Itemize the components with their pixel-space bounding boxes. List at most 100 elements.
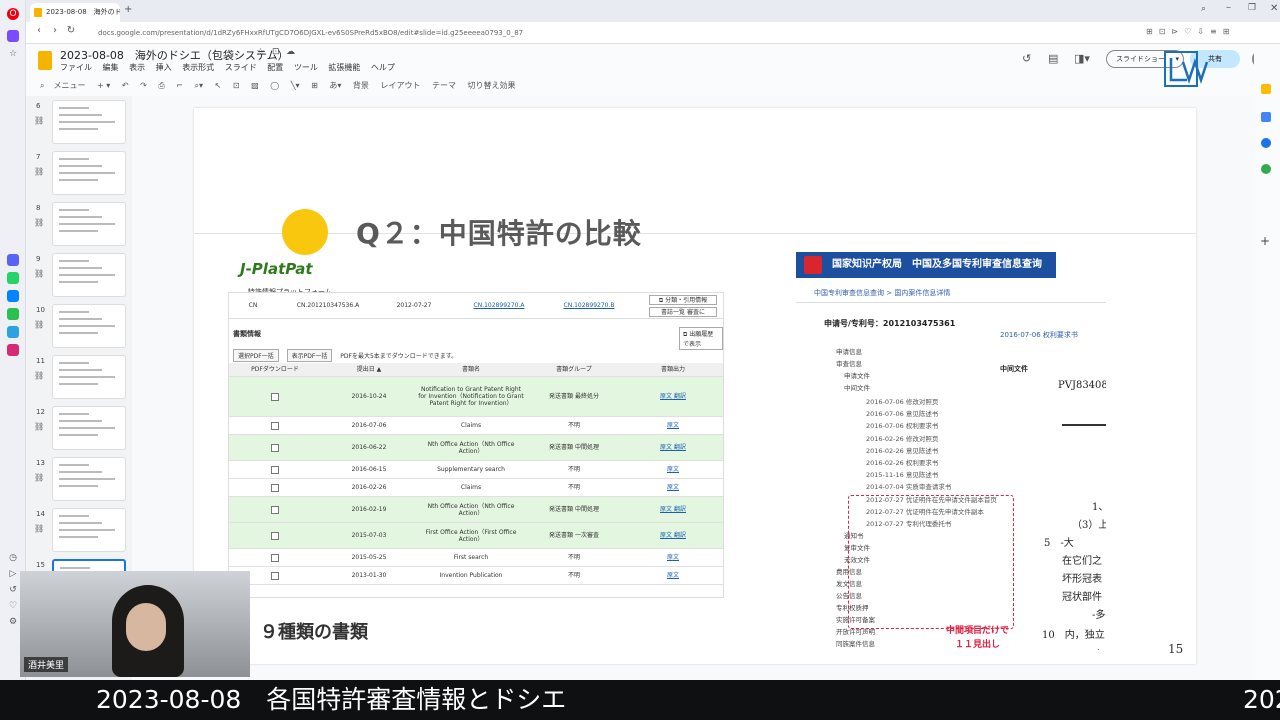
player-icon[interactable]: ▷	[7, 568, 19, 580]
menu-format[interactable]: 表示形式	[182, 63, 214, 72]
toolbar-theme[interactable]: テーマ	[432, 81, 456, 90]
star-icon[interactable]: ☆	[7, 48, 19, 60]
tree-node[interactable]: 同族案件信息	[836, 638, 875, 648]
contacts-icon[interactable]	[1261, 138, 1271, 148]
cell-out[interactable]: 原文 翻訳	[623, 435, 723, 460]
select-icon[interactable]: ↖	[215, 81, 222, 90]
clock-icon[interactable]: ◷	[7, 552, 19, 564]
instagram-icon[interactable]	[7, 344, 19, 356]
redo-icon[interactable]: ↷	[140, 81, 147, 90]
slide-thumbnail[interactable]: 13 ⛓	[30, 457, 130, 503]
maximize-icon[interactable]: ❐	[1248, 3, 1256, 13]
textbox-icon[interactable]: ⊡	[233, 81, 240, 90]
browser-tab[interactable]: 2023-08-08 海外のドシエ	[30, 3, 120, 22]
tree-leaf[interactable]: 2016-02-26 意见陈述书	[866, 445, 938, 455]
cell-out[interactable]: 原文	[623, 549, 723, 566]
slide[interactable]: Q２：中国特許の比較 J-PlatPat 特許情報プラットフォーム CN CN.…	[194, 108, 1196, 664]
menu-edit[interactable]: 編集	[103, 63, 119, 72]
opera-logo-icon[interactable]: O	[7, 8, 19, 20]
pdf-checkbox[interactable]	[271, 571, 279, 580]
toolbar-layout[interactable]: レイアウト	[380, 81, 420, 90]
paint-format-icon[interactable]: ⌐	[176, 81, 183, 90]
pdf-checkbox[interactable]	[271, 505, 279, 514]
forward-icon[interactable]: ›	[48, 25, 62, 36]
jpp-list-button[interactable]: 書誌一覧 審査に	[649, 307, 717, 317]
tree-node[interactable]: 审查信息	[836, 358, 862, 368]
pdf-checkbox[interactable]	[271, 531, 279, 540]
jpp-pub-a[interactable]: CN.102899270.A	[459, 293, 539, 318]
menu-slide[interactable]: スライド	[225, 63, 257, 72]
tree-leaf[interactable]: 2016-07-06 意见陈述书	[866, 408, 938, 418]
add-addon-icon[interactable]: +	[1260, 234, 1270, 248]
new-slide-icon[interactable]: + ▾	[97, 81, 110, 90]
close-window-icon[interactable]: ✕	[1270, 3, 1278, 14]
tree-leaf[interactable]: 2014-07-04 实质审查请求书	[866, 481, 951, 491]
maps-icon[interactable]	[1261, 164, 1271, 174]
tasks-icon[interactable]	[1261, 112, 1271, 122]
tree-node[interactable]: 中间文件	[844, 382, 870, 392]
reload-icon[interactable]: ↻	[64, 25, 78, 36]
search-icon[interactable]: ⌕	[1201, 4, 1206, 14]
history-icon[interactable]: ↺	[7, 584, 19, 596]
text-style-icon[interactable]: あ▾	[329, 81, 341, 90]
tree-leaf[interactable]: 2016-02-26 权利要求书	[866, 457, 938, 467]
line-icon[interactable]: ╲▾	[291, 81, 300, 90]
slides-logo-icon[interactable]	[38, 51, 52, 70]
toolbar-transition[interactable]: 切り替え効果	[468, 81, 516, 90]
jpp-pub-b[interactable]: CN.102899270.B	[549, 293, 629, 318]
slide-thumbnail[interactable]: 7 ⛓	[30, 151, 130, 197]
tree-leaf[interactable]: 2016-07-06 权利要求书	[866, 420, 938, 430]
line-icon[interactable]	[7, 308, 19, 320]
slide-thumbnail[interactable]: 12 ⛓	[30, 406, 130, 452]
slide-thumbnail[interactable]: 11 ⛓	[30, 355, 130, 401]
slide-thumbnail[interactable]: 10 ⛓	[30, 304, 130, 350]
slide-thumbnail[interactable]: 6 ⛓	[30, 100, 130, 146]
pdf-checkbox[interactable]	[271, 465, 279, 474]
cnipa-selected-doc[interactable]: 2016-07-06 权利要求书	[1000, 330, 1078, 340]
print-icon[interactable]: ⎙	[158, 81, 164, 90]
column-header[interactable]: 提出日 ▲	[321, 363, 417, 376]
discord-icon[interactable]	[7, 254, 19, 266]
pdf-checkbox[interactable]	[271, 443, 279, 452]
shape-icon[interactable]: ◯	[270, 81, 279, 90]
url-field[interactable]: docs.google.com/presentation/d/1dRZy6FHx…	[88, 25, 1128, 41]
cell-out[interactable]: 原文 翻訳	[623, 523, 723, 548]
document-title[interactable]: 2023-08-08 海外のドシエ（包袋システム）	[60, 47, 289, 63]
meet-icon[interactable]: ◨▾	[1074, 52, 1090, 65]
pdf-checkbox[interactable]	[271, 392, 279, 401]
comments-icon[interactable]: ▤	[1048, 52, 1058, 65]
address-actions[interactable]: ⊞⊡⊳♡⇩≡⊞	[1146, 27, 1235, 36]
menu-help[interactable]: ヘルプ	[371, 63, 395, 72]
star-doc-icon[interactable]: ☆	[256, 47, 265, 58]
jpp-history-button[interactable]: ⧉ 出願履歴で表示	[679, 327, 723, 350]
tree-node[interactable]: 申请信息	[836, 346, 862, 356]
minimize-icon[interactable]: –	[1226, 2, 1231, 13]
telegram-icon[interactable]	[7, 326, 19, 338]
menu-extensions[interactable]: 拡張機能	[328, 63, 360, 72]
zoom-icon[interactable]: ⌕▾	[195, 81, 204, 90]
heart-icon[interactable]: ♡	[7, 600, 19, 612]
cell-out[interactable]: 原文 翻訳	[623, 497, 723, 522]
toolbar-background[interactable]: 背景	[353, 81, 369, 90]
move-folder-icon[interactable]: ⊡	[272, 47, 280, 57]
pdf-checkbox[interactable]	[271, 483, 279, 492]
search-menu-icon[interactable]: ⌕	[40, 81, 44, 90]
messenger-icon[interactable]	[7, 290, 19, 302]
menu-view[interactable]: 表示	[129, 63, 145, 72]
all-pdf-button[interactable]: 表示PDF一括	[286, 349, 333, 362]
keep-icon[interactable]	[1261, 84, 1271, 94]
cell-out[interactable]: 原文	[623, 461, 723, 478]
menu-tools[interactable]: ツール	[294, 63, 318, 72]
toolbar-menu[interactable]: メニュー	[53, 81, 85, 90]
undo-icon[interactable]: ↶	[122, 81, 129, 90]
select-pdf-button[interactable]: 選択PDF一括	[233, 349, 279, 362]
pdf-checkbox[interactable]	[271, 553, 279, 562]
tree-leaf[interactable]: 2016-07-06 修改对照页	[866, 396, 938, 406]
slide-thumbnail[interactable]: 8 ⛓	[30, 202, 130, 248]
menu-insert[interactable]: 挿入	[156, 63, 172, 72]
whatsapp-icon[interactable]	[7, 272, 19, 284]
cell-out[interactable]: 原文 翻訳	[623, 377, 723, 416]
comment-icon[interactable]: ⊞	[311, 81, 318, 90]
cell-out[interactable]: 原文	[623, 567, 723, 584]
back-icon[interactable]: ‹	[32, 25, 46, 36]
